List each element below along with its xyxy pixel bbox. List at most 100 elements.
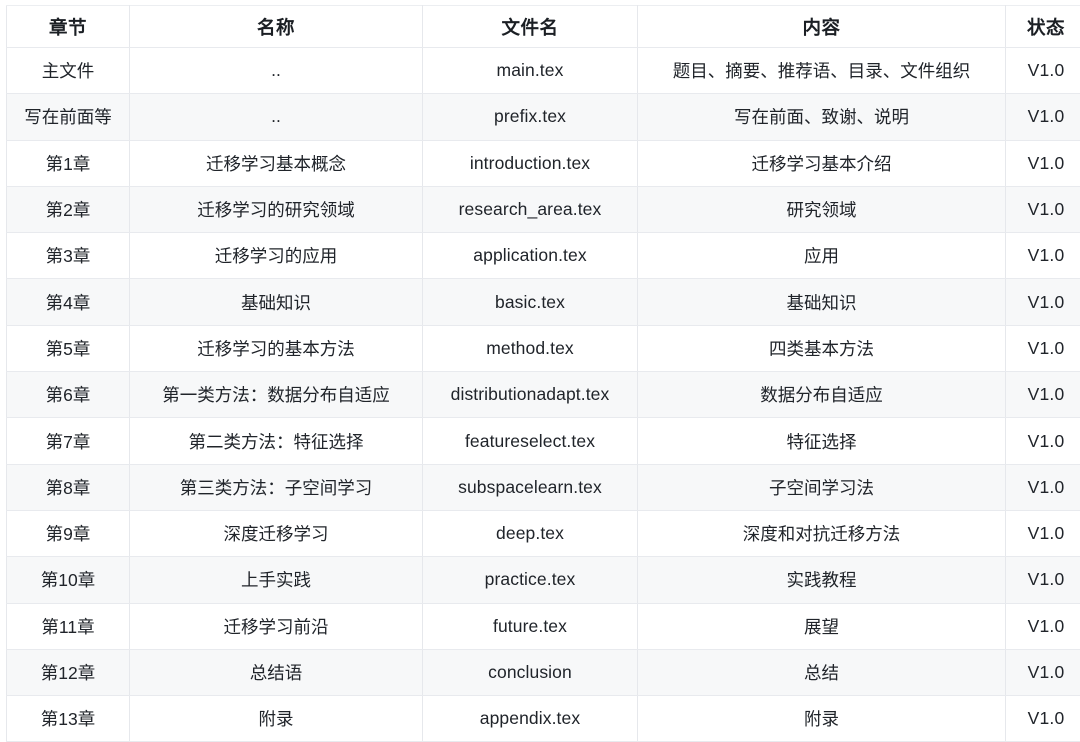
cell-status: V1.0: [1006, 279, 1080, 325]
table-row: 主文件..main.tex题目、摘要、推荐语、目录、文件组织V1.0: [7, 48, 1080, 94]
cell-status: V1.0: [1006, 557, 1080, 603]
cell-filename: main.tex: [423, 48, 638, 94]
table-row: 第7章第二类方法：特征选择featureselect.tex特征选择V1.0: [7, 418, 1080, 464]
cell-chapter: 第3章: [7, 233, 130, 279]
table-row: 第1章迁移学习基本概念introduction.tex迁移学习基本介绍V1.0: [7, 140, 1080, 186]
cell-status: V1.0: [1006, 510, 1080, 556]
cell-content: 四类基本方法: [638, 325, 1006, 371]
cell-chapter: 第10章: [7, 557, 130, 603]
table-row: 第11章迁移学习前沿future.tex展望V1.0: [7, 603, 1080, 649]
cell-status: V1.0: [1006, 186, 1080, 232]
cell-content: 附录: [638, 696, 1006, 742]
table-row: 第4章基础知识basic.tex基础知识V1.0: [7, 279, 1080, 325]
column-header-chapter: 章节: [7, 6, 130, 48]
cell-filename: basic.tex: [423, 279, 638, 325]
cell-content: 迁移学习基本介绍: [638, 140, 1006, 186]
cell-name: 第一类方法：数据分布自适应: [130, 372, 423, 418]
table-row: 第12章总结语conclusion总结V1.0: [7, 649, 1080, 695]
cell-filename: appendix.tex: [423, 696, 638, 742]
table-row: 第6章第一类方法：数据分布自适应distributionadapt.tex数据分…: [7, 372, 1080, 418]
cell-name: 深度迁移学习: [130, 510, 423, 556]
cell-status: V1.0: [1006, 464, 1080, 510]
table-row: 写在前面等..prefix.tex写在前面、致谢、说明V1.0: [7, 94, 1080, 140]
cell-name: 第二类方法：特征选择: [130, 418, 423, 464]
cell-content: 应用: [638, 233, 1006, 279]
table-row: 第10章上手实践practice.tex实践教程V1.0: [7, 557, 1080, 603]
cell-status: V1.0: [1006, 603, 1080, 649]
cell-name: 总结语: [130, 649, 423, 695]
cell-status: V1.0: [1006, 233, 1080, 279]
document-structure-table-container: 章节 名称 文件名 内容 状态 主文件..main.tex题目、摘要、推荐语、目…: [0, 0, 1080, 729]
cell-content: 总结: [638, 649, 1006, 695]
cell-status: V1.0: [1006, 649, 1080, 695]
table-row: 第9章深度迁移学习deep.tex深度和对抗迁移方法V1.0: [7, 510, 1080, 556]
cell-name: 迁移学习的应用: [130, 233, 423, 279]
cell-chapter: 第12章: [7, 649, 130, 695]
cell-status: V1.0: [1006, 94, 1080, 140]
cell-name: 迁移学习前沿: [130, 603, 423, 649]
cell-content: 实践教程: [638, 557, 1006, 603]
cell-name: ..: [130, 94, 423, 140]
cell-filename: application.tex: [423, 233, 638, 279]
cell-name: 上手实践: [130, 557, 423, 603]
table-header: 章节 名称 文件名 内容 状态: [7, 6, 1080, 48]
cell-chapter: 第5章: [7, 325, 130, 371]
cell-content: 题目、摘要、推荐语、目录、文件组织: [638, 48, 1006, 94]
cell-filename: deep.tex: [423, 510, 638, 556]
cell-chapter: 写在前面等: [7, 94, 130, 140]
cell-content: 写在前面、致谢、说明: [638, 94, 1006, 140]
document-structure-table: 章节 名称 文件名 内容 状态 主文件..main.tex题目、摘要、推荐语、目…: [6, 5, 1080, 742]
table-row: 第2章迁移学习的研究领域research_area.tex研究领域V1.0: [7, 186, 1080, 232]
cell-content: 深度和对抗迁移方法: [638, 510, 1006, 556]
cell-content: 子空间学习法: [638, 464, 1006, 510]
cell-name: 基础知识: [130, 279, 423, 325]
cell-name: ..: [130, 48, 423, 94]
cell-status: V1.0: [1006, 696, 1080, 742]
cell-content: 基础知识: [638, 279, 1006, 325]
table-header-row: 章节 名称 文件名 内容 状态: [7, 6, 1080, 48]
cell-content: 特征选择: [638, 418, 1006, 464]
cell-chapter: 第9章: [7, 510, 130, 556]
cell-status: V1.0: [1006, 325, 1080, 371]
cell-filename: prefix.tex: [423, 94, 638, 140]
cell-filename: featureselect.tex: [423, 418, 638, 464]
column-header-content: 内容: [638, 6, 1006, 48]
column-header-status: 状态: [1006, 6, 1080, 48]
column-header-filename: 文件名: [423, 6, 638, 48]
table-row: 第5章迁移学习的基本方法method.tex四类基本方法V1.0: [7, 325, 1080, 371]
cell-content: 研究领域: [638, 186, 1006, 232]
cell-name: 迁移学习基本概念: [130, 140, 423, 186]
column-header-name: 名称: [130, 6, 423, 48]
cell-status: V1.0: [1006, 140, 1080, 186]
cell-filename: distributionadapt.tex: [423, 372, 638, 418]
cell-status: V1.0: [1006, 48, 1080, 94]
cell-status: V1.0: [1006, 418, 1080, 464]
cell-chapter: 第6章: [7, 372, 130, 418]
cell-content: 展望: [638, 603, 1006, 649]
cell-filename: future.tex: [423, 603, 638, 649]
table-row: 第3章迁移学习的应用application.tex应用V1.0: [7, 233, 1080, 279]
cell-chapter: 第7章: [7, 418, 130, 464]
cell-status: V1.0: [1006, 372, 1080, 418]
table-row: 第13章附录appendix.tex附录V1.0: [7, 696, 1080, 742]
cell-filename: conclusion: [423, 649, 638, 695]
cell-chapter: 第2章: [7, 186, 130, 232]
cell-chapter: 第1章: [7, 140, 130, 186]
cell-chapter: 第8章: [7, 464, 130, 510]
cell-name: 迁移学习的研究领域: [130, 186, 423, 232]
cell-chapter: 第11章: [7, 603, 130, 649]
table-row: 第8章第三类方法：子空间学习subspacelearn.tex子空间学习法V1.…: [7, 464, 1080, 510]
cell-filename: practice.tex: [423, 557, 638, 603]
cell-content: 数据分布自适应: [638, 372, 1006, 418]
cell-name: 第三类方法：子空间学习: [130, 464, 423, 510]
cell-name: 迁移学习的基本方法: [130, 325, 423, 371]
cell-name: 附录: [130, 696, 423, 742]
cell-chapter: 第4章: [7, 279, 130, 325]
cell-filename: introduction.tex: [423, 140, 638, 186]
cell-chapter: 第13章: [7, 696, 130, 742]
cell-chapter: 主文件: [7, 48, 130, 94]
cell-filename: subspacelearn.tex: [423, 464, 638, 510]
cell-filename: method.tex: [423, 325, 638, 371]
cell-filename: research_area.tex: [423, 186, 638, 232]
table-body: 主文件..main.tex题目、摘要、推荐语、目录、文件组织V1.0写在前面等.…: [7, 48, 1080, 742]
